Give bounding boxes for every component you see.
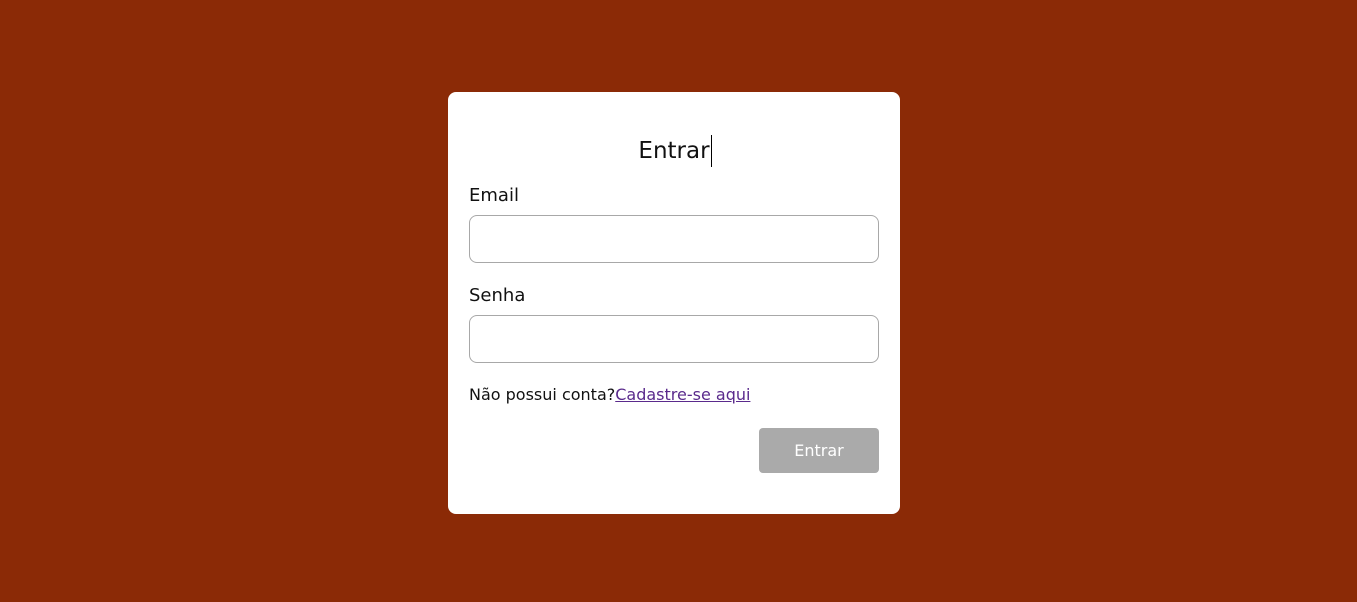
- signup-row: Não possui conta?Cadastre-se aqui: [469, 384, 750, 406]
- email-field[interactable]: [469, 215, 879, 263]
- submit-button[interactable]: Entrar: [759, 428, 879, 473]
- signup-prompt: Não possui conta?: [469, 385, 616, 404]
- login-title: Entrar: [638, 134, 712, 168]
- password-field[interactable]: [469, 315, 879, 363]
- signup-link[interactable]: Cadastre-se aqui: [615, 385, 750, 404]
- login-title-text: Entrar: [638, 138, 710, 164]
- password-label: Senha: [469, 285, 526, 306]
- email-label: Email: [469, 185, 519, 206]
- text-caret: [710, 135, 712, 167]
- login-header: Entrar: [448, 134, 900, 168]
